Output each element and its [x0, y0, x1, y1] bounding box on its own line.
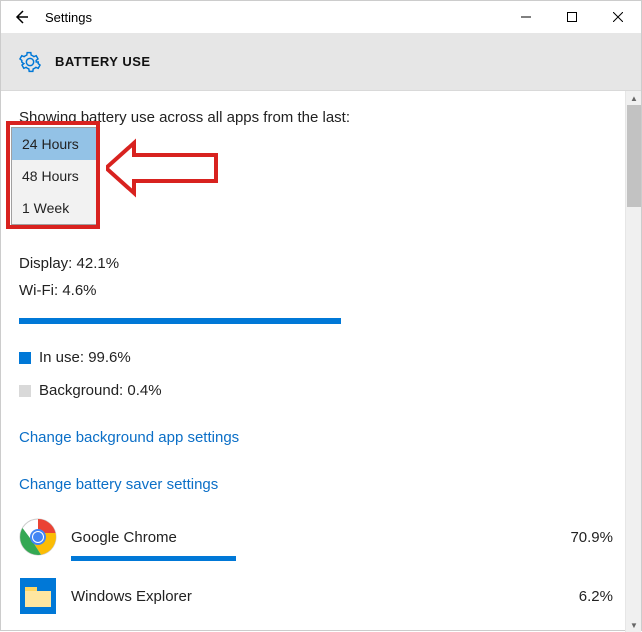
chrome-icon [19, 518, 57, 556]
page-title: BATTERY USE [55, 54, 151, 69]
app-bar-chrome [71, 556, 236, 561]
change-battery-saver-link[interactable]: Change battery saver settings [19, 471, 623, 498]
intro-text: Showing battery use across all apps from… [19, 109, 623, 126]
display-pct: 42.1% [77, 255, 120, 272]
inuse-pct: 99.6% [88, 349, 131, 366]
minimize-button[interactable] [503, 1, 549, 33]
display-label: Display: [19, 255, 72, 272]
close-button[interactable] [595, 1, 641, 33]
app-pct: 70.9% [543, 524, 623, 551]
scrollbar-thumb[interactable] [627, 105, 641, 207]
legend-background: Background: 0.4% [19, 377, 623, 404]
app-name: Google Chrome [71, 524, 543, 551]
annotation-arrow-icon [106, 133, 226, 203]
inuse-label: In use: [39, 349, 84, 366]
wifi-label: Wi-Fi: [19, 282, 58, 299]
annotation-box [6, 121, 100, 229]
scroll-down-button[interactable]: ▼ [626, 618, 642, 632]
scroll-up-button[interactable]: ▲ [626, 91, 642, 105]
back-button[interactable] [1, 1, 41, 33]
app-row-explorer[interactable]: Windows Explorer 6.2% [19, 577, 623, 615]
titlebar: Settings [1, 1, 641, 33]
usage-bar [19, 318, 341, 324]
usage-stats: Display: 42.1% Wi-Fi: 4.6% In use: 99.6% [19, 250, 623, 615]
content-area: Showing battery use across all apps from… [1, 91, 641, 632]
background-pct: 0.4% [127, 382, 161, 399]
maximize-icon [567, 12, 577, 22]
wifi-row: Wi-Fi: 4.6% [19, 277, 623, 304]
explorer-icon [19, 577, 57, 615]
app-row-chrome[interactable]: Google Chrome 70.9% [19, 518, 623, 556]
app-pct: 6.2% [543, 583, 623, 610]
legend-inuse-swatch [19, 352, 31, 364]
legend: In use: 99.6% Background: 0.4% [19, 344, 623, 404]
display-row: Display: 42.1% [19, 250, 623, 277]
wifi-pct: 4.6% [62, 282, 96, 299]
close-icon [613, 12, 623, 22]
vertical-scrollbar[interactable]: ▲ ▼ [625, 91, 641, 632]
change-bg-apps-link[interactable]: Change background app settings [19, 424, 623, 451]
minimize-icon [521, 12, 531, 22]
app-name: Windows Explorer [71, 583, 543, 610]
links: Change background app settings Change ba… [19, 424, 623, 498]
back-arrow-icon [12, 8, 30, 26]
gear-icon [19, 51, 41, 73]
legend-inuse: In use: 99.6% [19, 344, 623, 371]
background-label: Background: [39, 382, 123, 399]
page-header: BATTERY USE [1, 33, 641, 91]
window-title: Settings [41, 10, 92, 25]
legend-background-swatch [19, 385, 31, 397]
maximize-button[interactable] [549, 1, 595, 33]
